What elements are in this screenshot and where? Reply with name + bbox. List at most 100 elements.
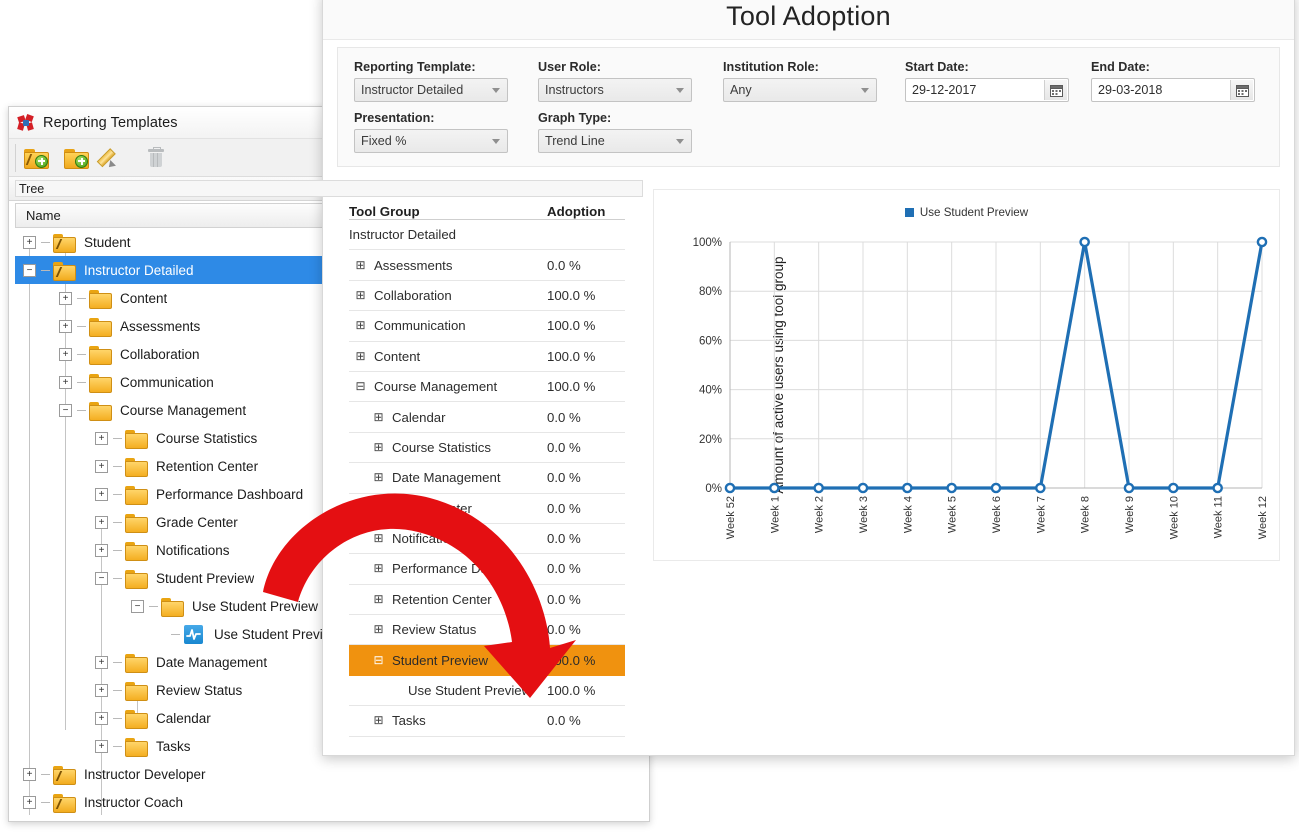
folder-icon <box>125 709 148 729</box>
tree-collapse-icon[interactable]: − <box>131 599 144 613</box>
table-row[interactable]: ⊞ Collaboration 100.0 % <box>349 281 625 312</box>
table-row[interactable]: ⊞ Grade Center 0.0 % <box>349 494 625 524</box>
table-row[interactable]: ⊞ Retention Center 0.0 % <box>349 585 625 616</box>
tree-group-label-text: Tree <box>19 181 45 196</box>
table-cell-tool-group: Use Student Preview <box>349 683 547 698</box>
start-date-calendar-button[interactable] <box>1044 80 1067 100</box>
tree-expand-icon[interactable]: + <box>59 375 72 389</box>
reporting-template-select[interactable]: Instructor Detailed <box>354 78 508 102</box>
new-template-button[interactable] <box>23 146 49 170</box>
row-expand-icon[interactable]: ⊞ <box>355 259 366 271</box>
presentation-select[interactable]: Fixed % <box>354 129 508 153</box>
table-row[interactable]: ⊞ Calendar 0.0 % <box>349 402 625 433</box>
folder-icon <box>125 513 148 533</box>
table-row[interactable]: ⊞ Date Management 0.0 % <box>349 463 625 494</box>
chevron-down-icon <box>861 88 869 93</box>
row-expand-icon[interactable]: ⊞ <box>355 350 366 362</box>
row-expand-icon[interactable]: ⊞ <box>373 714 384 726</box>
data-point <box>1123 482 1135 494</box>
x-tick-label: Week 4 <box>902 496 914 533</box>
row-expand-icon[interactable]: ⊞ <box>373 562 384 574</box>
table-row[interactable]: ⊟ Course Management 100.0 % <box>349 372 625 403</box>
table-row[interactable]: ⊞ Communication 100.0 % <box>349 311 625 342</box>
delete-button[interactable] <box>143 146 169 170</box>
data-point <box>724 482 736 494</box>
x-tick-label: Week 7 <box>1035 496 1047 533</box>
row-expand-icon[interactable]: ⊞ <box>355 319 366 331</box>
row-expand-icon[interactable]: ⊞ <box>373 593 384 605</box>
tree-item-label: Calendar <box>156 710 211 726</box>
reporting-template-label: Reporting Template: <box>354 60 476 74</box>
row-expand-icon[interactable]: ⊞ <box>355 289 366 301</box>
tree-expand-icon[interactable]: + <box>95 683 108 697</box>
tree-expand-icon[interactable]: + <box>95 459 108 473</box>
start-date-input[interactable]: 29-12-2017 <box>905 78 1069 102</box>
row-expand-icon[interactable]: ⊞ <box>373 623 384 635</box>
x-tick-label: Week 5 <box>947 496 959 533</box>
page-title: Tool Adoption <box>726 0 891 31</box>
tool-group-table: Tool Group Adoption Instructor Detailed ⊞… <box>337 189 637 741</box>
tree-item-label: Course Management <box>120 402 247 418</box>
tree-item-label: Notifications <box>156 542 230 558</box>
tree-connector <box>77 297 86 299</box>
row-expand-icon[interactable]: ⊞ <box>373 411 384 423</box>
table-row[interactable]: ⊞ Assessments 0.0 % <box>349 250 625 281</box>
table-row[interactable]: Use Student Preview 100.0 % <box>349 676 625 707</box>
table-row[interactable]: ⊞ Tasks 0.0 % <box>349 706 625 737</box>
institution-role-select[interactable]: Any <box>723 78 877 102</box>
tree-item-label: Instructor Detailed <box>84 262 194 278</box>
tree-expand-icon[interactable]: + <box>59 319 72 333</box>
tree-expand-icon[interactable]: + <box>95 739 108 753</box>
tree-connector <box>113 493 122 495</box>
user-role-select[interactable]: Instructors <box>538 78 692 102</box>
table-row-label: Date Management <box>392 470 501 486</box>
tree-expand-icon[interactable]: + <box>59 347 72 361</box>
row-collapse-icon[interactable]: ⊟ <box>355 380 366 392</box>
tree-expand-icon[interactable]: + <box>95 655 108 669</box>
table-cell-tool-group: ⊞ Grade Center <box>349 501 547 516</box>
table-row[interactable]: ⊞ Performance Dashbo 0.0 % <box>349 554 625 585</box>
graph-type-select[interactable]: Trend Line <box>538 129 692 153</box>
table-row[interactable]: ⊟ Student Preview 100.0 % <box>349 645 625 676</box>
tree-connector <box>77 325 86 327</box>
institution-role-label: Institution Role: <box>723 60 819 74</box>
tree-expand-icon[interactable]: + <box>59 291 72 305</box>
tree-collapse-icon[interactable]: − <box>95 571 108 585</box>
tree-expand-icon[interactable]: + <box>95 543 108 557</box>
table-row[interactable]: ⊞ Content 100.0 % <box>349 342 625 372</box>
row-expand-icon[interactable]: ⊞ <box>373 502 384 514</box>
table-row-label: Review Status <box>392 622 477 638</box>
reporting-template-value: Instructor Detailed <box>361 83 464 97</box>
tree-collapse-icon[interactable]: − <box>59 403 72 417</box>
table-row-label: Grade Center <box>392 500 472 516</box>
table-row[interactable]: ⊞ Course Statistics 0.0 % <box>349 433 625 464</box>
trash-icon <box>148 146 164 167</box>
tree-item-label: Tasks <box>156 738 191 754</box>
tree-item-instructor-coach[interactable]: + Instructor Coach <box>15 788 643 815</box>
tree-expand-icon[interactable]: + <box>95 487 108 501</box>
edit-button[interactable] <box>96 146 129 170</box>
end-date-input[interactable]: 29-03-2018 <box>1091 78 1255 102</box>
row-expand-icon[interactable]: ⊞ <box>373 532 384 544</box>
x-tick-label: Week 3 <box>858 496 870 533</box>
tree-collapse-icon[interactable]: − <box>23 263 36 277</box>
tree-expand-icon[interactable]: + <box>23 795 36 809</box>
tree-item-instructor-developer[interactable]: + Instructor Developer <box>15 760 643 788</box>
table-row[interactable]: ⊞ Notifications 0.0 % <box>349 524 625 555</box>
table-row[interactable]: ⊞ Review Status 0.0 % <box>349 615 625 646</box>
tree-expand-icon[interactable]: + <box>23 767 36 781</box>
folder-icon <box>89 345 112 365</box>
row-collapse-icon[interactable]: ⊟ <box>373 654 384 666</box>
row-expand-icon[interactable]: ⊞ <box>373 471 384 483</box>
tree-expand-icon[interactable]: + <box>95 431 108 445</box>
table-cell-tool-group: ⊞ Calendar <box>349 410 547 425</box>
end-date-calendar-button[interactable] <box>1230 80 1253 100</box>
table-row-label: Notifications <box>392 531 464 547</box>
x-tick-label: Week 12 <box>1257 496 1269 539</box>
tree-expand-icon[interactable]: + <box>95 711 108 725</box>
table-row[interactable]: Instructor Detailed <box>349 220 625 251</box>
row-expand-icon[interactable]: ⊞ <box>373 441 384 453</box>
new-folder-button[interactable] <box>63 146 89 170</box>
tree-expand-icon[interactable]: + <box>23 235 36 249</box>
tree-expand-icon[interactable]: + <box>95 515 108 529</box>
